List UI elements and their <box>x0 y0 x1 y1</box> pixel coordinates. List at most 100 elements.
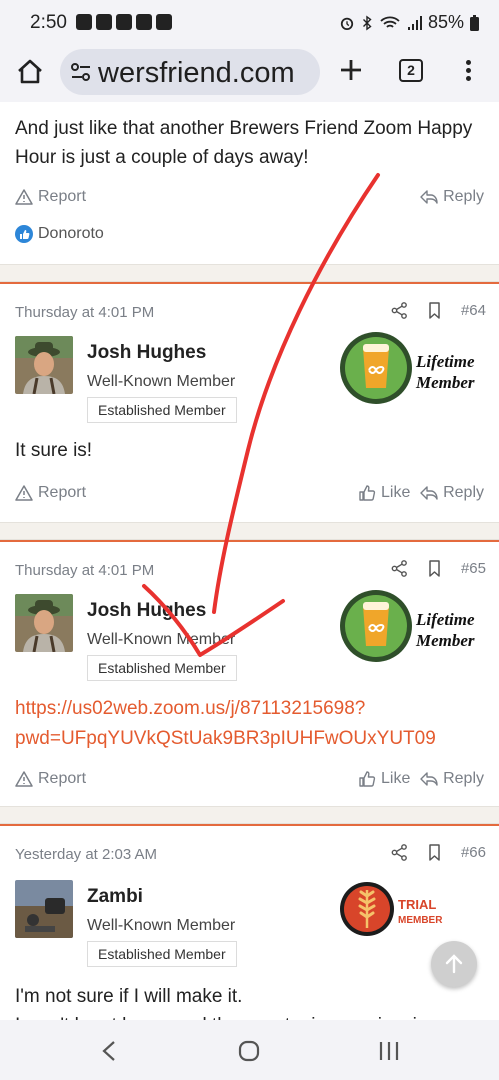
avatar[interactable] <box>15 594 73 652</box>
youtube-notification-icon <box>76 14 92 30</box>
bookmark-icon[interactable] <box>426 560 443 577</box>
post-meta-actions: #65 <box>391 560 486 577</box>
reply-icon <box>420 772 438 786</box>
wifi-icon <box>380 16 400 28</box>
report-label: Report <box>38 770 87 787</box>
user-badge: Established Member <box>87 941 237 967</box>
reply-button[interactable]: Reply <box>420 770 484 788</box>
reply-icon <box>420 486 438 500</box>
home-icon[interactable] <box>16 58 44 86</box>
warning-icon <box>15 771 33 787</box>
lifetime-member-badge: Lifetime Member <box>340 332 475 404</box>
system-navigation-bar <box>0 1020 499 1080</box>
report-button[interactable]: Report <box>15 188 86 206</box>
warning-icon <box>15 485 33 501</box>
post-previous: And just like that another Brewers Frien… <box>0 104 499 264</box>
image-notification-icon <box>116 14 132 30</box>
report-button[interactable]: Report <box>15 484 86 502</box>
bookmark-icon[interactable] <box>426 844 443 861</box>
browser-toolbar: wersfriend.com 2 <box>0 46 499 102</box>
reply-button[interactable]: Reply <box>420 484 484 502</box>
share-icon[interactable] <box>391 560 408 577</box>
address-bar[interactable]: wersfriend.com <box>60 49 320 95</box>
user-title: Well-Known Member <box>87 631 236 648</box>
reply-button[interactable]: Reply <box>420 188 484 206</box>
signal-icon <box>407 15 422 30</box>
svg-text:Lifetime: Lifetime <box>415 352 475 371</box>
username[interactable]: Zambi <box>87 886 143 908</box>
post-65: Thursday at 4:01 PM #65 Josh Hughes Well… <box>0 540 499 806</box>
username[interactable]: Josh Hughes <box>87 342 206 364</box>
zoom-link-line-1[interactable]: https://us02web.zoom.us/j/87113215698? <box>15 694 365 723</box>
post-number[interactable]: #66 <box>461 844 486 861</box>
status-right: 85% <box>340 12 479 33</box>
thumbs-up-icon <box>359 485 376 501</box>
post-date: Yesterday at 2:03 AM <box>15 846 158 863</box>
overflow-menu-icon[interactable] <box>460 58 476 84</box>
post-separator <box>0 522 499 540</box>
share-icon[interactable] <box>391 302 408 319</box>
status-time: 2:50 <box>30 12 67 33</box>
tab-switcher-button[interactable]: 2 <box>399 59 423 82</box>
like-button[interactable]: Like <box>358 484 410 502</box>
post-66: Yesterday at 2:03 AM #66 Zambi Well-Know… <box>0 824 499 1020</box>
share-icon[interactable] <box>391 844 408 861</box>
post-body-line-2: Hour is just a couple of days away! <box>15 147 309 168</box>
back-icon[interactable] <box>100 1040 118 1062</box>
battery-icon <box>470 14 479 31</box>
report-label: Report <box>38 484 87 501</box>
trial-member-badge: TRIAL MEMBER <box>340 882 443 936</box>
svg-text:MEMBER: MEMBER <box>398 915 443 926</box>
check-notification-icon <box>96 14 112 30</box>
user-badge: Established Member <box>87 655 237 681</box>
reply-label: Reply <box>443 188 484 205</box>
post-date: Thursday at 4:01 PM <box>15 304 155 321</box>
like-button[interactable]: Like <box>358 770 410 788</box>
report-label: Report <box>38 188 87 205</box>
scroll-to-top-button[interactable] <box>431 941 477 987</box>
report-button[interactable]: Report <box>15 770 86 788</box>
home-nav-icon[interactable] <box>238 1040 260 1062</box>
site-settings-icon[interactable] <box>70 62 92 82</box>
avatar[interactable] <box>15 880 73 938</box>
post-body-line-1: I'm not sure if I will make it. <box>15 986 243 1007</box>
reply-label: Reply <box>443 770 484 787</box>
user-title: Well-Known Member <box>87 917 236 934</box>
recent-apps-icon[interactable] <box>378 1040 400 1062</box>
svg-text:Member: Member <box>415 631 475 650</box>
user-title: Well-Known Member <box>87 373 236 390</box>
svg-text:Lifetime: Lifetime <box>415 610 475 629</box>
alarm-icon <box>340 17 354 30</box>
reply-icon <box>420 190 438 204</box>
cast-notification-icon <box>136 14 152 30</box>
post-body: It sure is! <box>15 440 93 461</box>
post-separator <box>0 806 499 824</box>
username[interactable]: Josh Hughes <box>87 600 206 622</box>
arrow-up-icon <box>445 954 463 974</box>
avatar[interactable] <box>15 336 73 394</box>
bluetooth-icon <box>362 14 372 31</box>
post-meta-actions: #66 <box>391 844 486 861</box>
youtube-notification-icon-2 <box>156 14 172 30</box>
url-text[interactable]: wersfriend.com <box>98 57 295 90</box>
notification-icons <box>76 14 172 30</box>
post-number[interactable]: #65 <box>461 560 486 577</box>
post-body-line-1: And just like that another Brewers Frien… <box>15 118 473 139</box>
lifetime-member-badge: Lifetime Member <box>340 590 475 662</box>
post-number[interactable]: #64 <box>461 302 486 319</box>
reaction-list[interactable]: Donoroto <box>15 225 104 243</box>
post-date: Thursday at 4:01 PM <box>15 562 155 579</box>
thumbs-up-icon <box>359 771 376 787</box>
warning-icon <box>15 189 33 205</box>
reaction-user[interactable]: Donoroto <box>38 225 104 243</box>
post-meta-actions: #64 <box>391 302 486 319</box>
post-body-line-2: I won't be at home and the country is ex… <box>15 1011 438 1020</box>
like-label: Like <box>381 770 411 787</box>
bookmark-icon[interactable] <box>426 302 443 319</box>
zoom-link-line-2[interactable]: pwd=UFpqYUVkQStUak9BR3pIUHFwOUxYUT09 <box>15 724 436 753</box>
svg-text:Member: Member <box>415 373 475 392</box>
like-reaction-icon <box>15 225 33 243</box>
svg-text:TRIAL: TRIAL <box>398 897 436 912</box>
reply-label: Reply <box>443 484 484 501</box>
new-tab-icon[interactable] <box>338 57 364 83</box>
